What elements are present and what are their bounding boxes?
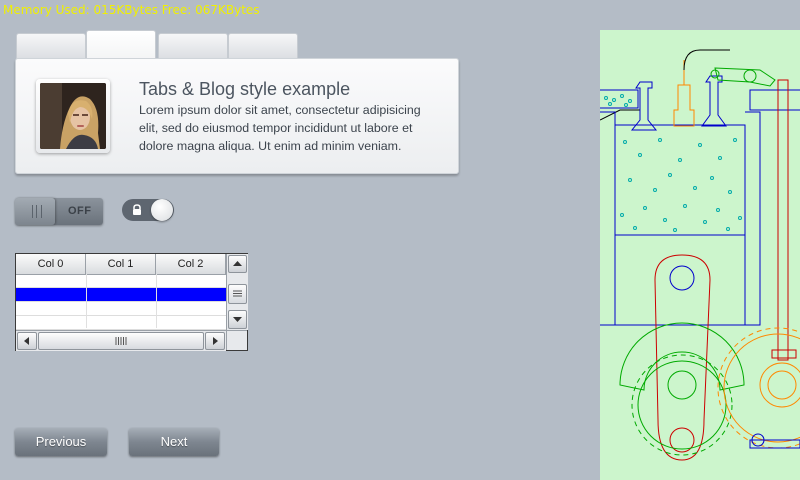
scroll-corner — [226, 330, 247, 350]
horizontal-scrollbar[interactable] — [16, 330, 226, 351]
grip-icon — [115, 337, 127, 345]
column-divider — [86, 274, 87, 328]
toggle-knob[interactable] — [15, 198, 55, 225]
tab-1[interactable] — [16, 33, 86, 60]
data-table: Col 0 Col 1 Col 2 — [15, 253, 248, 351]
column-header[interactable]: Col 0 — [16, 254, 86, 274]
tab-2[interactable] — [86, 30, 156, 60]
engine-diagram-icon — [600, 49, 800, 461]
off-toggle-switch[interactable]: OFF — [15, 198, 103, 225]
column-divider — [156, 274, 157, 328]
column-header[interactable]: Col 2 — [156, 254, 226, 274]
column-header[interactable]: Col 1 — [86, 254, 156, 274]
tab-4[interactable] — [228, 33, 298, 60]
arrow-right-icon — [213, 337, 218, 345]
table-header: Col 0 Col 1 Col 2 — [16, 254, 226, 275]
scroll-right-button[interactable] — [205, 332, 225, 350]
previous-button[interactable]: Previous — [15, 428, 107, 456]
table-row[interactable] — [16, 302, 226, 316]
arrow-left-icon — [24, 337, 29, 345]
table-row-selected[interactable] — [16, 288, 226, 302]
toggle-state-label: OFF — [68, 205, 92, 217]
lock-switch[interactable] — [122, 199, 174, 221]
scroll-up-button[interactable] — [228, 255, 247, 273]
memory-status: Memory Used: 015KBytes Free: 067KBytes — [3, 3, 260, 17]
blog-title: Tabs & Blog style example — [139, 79, 351, 99]
arrow-up-icon — [233, 261, 242, 266]
tab-3[interactable] — [158, 33, 228, 60]
blog-panel: Tabs & Blog style example Lorem ipsum do… — [15, 58, 459, 174]
lock-icon — [133, 204, 141, 215]
engine-animation — [600, 30, 800, 480]
vertical-scroll-thumb[interactable] — [228, 284, 247, 304]
grip-icon — [233, 290, 242, 297]
avatar — [40, 83, 106, 149]
lock-switch-thumb[interactable] — [151, 199, 173, 221]
grip-icon — [32, 205, 42, 218]
blog-body: Lorem ipsum dolor sit amet, consectetur … — [139, 103, 421, 153]
table-row[interactable] — [16, 274, 226, 288]
scroll-down-button[interactable] — [228, 310, 247, 329]
next-button[interactable]: Next — [129, 428, 219, 456]
scroll-left-button[interactable] — [17, 332, 37, 350]
table-row[interactable] — [16, 316, 226, 330]
vertical-scrollbar[interactable] — [226, 254, 248, 330]
arrow-down-icon — [233, 317, 242, 322]
avatar-frame — [36, 79, 110, 153]
horizontal-scroll-thumb[interactable] — [38, 332, 204, 350]
